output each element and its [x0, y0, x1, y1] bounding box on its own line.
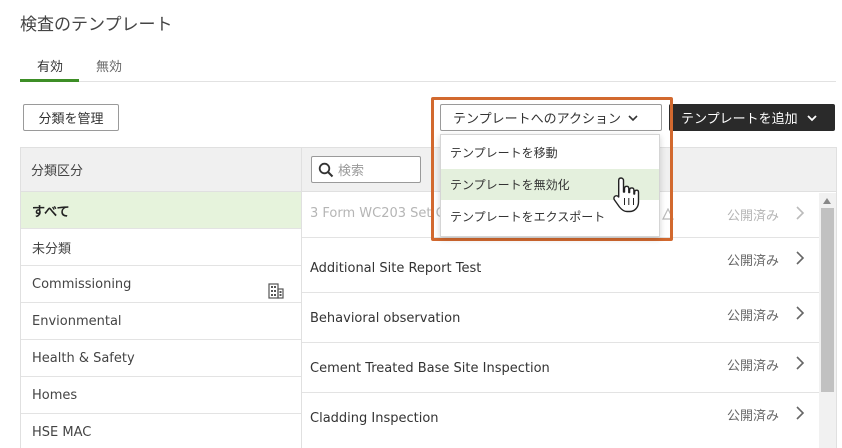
category-item-label: Health & Safety: [32, 350, 135, 366]
template-row[interactable]: Cement Treated Base Site Inspection 公開済み: [302, 343, 819, 393]
category-item-label: Homes: [32, 387, 78, 403]
template-row[interactable]: Cladding Inspection 公開済み: [302, 393, 819, 448]
category-panel: 分類区分 すべて 未分類 Commissioning Envionmental …: [20, 147, 301, 448]
category-item-label: HSE MAC: [32, 424, 92, 440]
category-item-label: Envionmental: [32, 313, 122, 329]
chevron-right-icon[interactable]: [795, 406, 805, 420]
category-header: 分類区分: [21, 147, 301, 192]
add-template-label: テンプレートを追加: [681, 112, 798, 127]
category-item-label: Commissioning: [32, 276, 132, 292]
category-item-envionmental[interactable]: Envionmental: [21, 303, 301, 340]
chevron-right-icon[interactable]: [795, 251, 805, 265]
search-placeholder: 検索: [338, 164, 365, 179]
search-input[interactable]: 検索: [311, 156, 421, 183]
template-name: Cladding Inspection: [310, 411, 439, 426]
template-row[interactable]: Additional Site Report Test 公開済み: [302, 238, 819, 293]
category-item-homes[interactable]: Homes: [21, 377, 301, 414]
template-name: Behavioral observation: [310, 311, 461, 326]
category-item-hse-mac[interactable]: HSE MAC: [21, 414, 301, 448]
active-tab-underline: [20, 79, 79, 82]
tab-inactive[interactable]: 無効: [96, 56, 122, 75]
chevron-right-icon[interactable]: [795, 206, 805, 220]
template-status: 公開済み: [726, 209, 779, 224]
template-status: 公開済み: [726, 359, 779, 374]
tab-active[interactable]: 有効: [37, 56, 63, 75]
status-tabs: 有効 無効: [20, 52, 836, 82]
page-title: 検査のテンプレート: [20, 15, 173, 35]
chevron-down-icon: [806, 114, 817, 121]
template-name: 3 Form WC203 Set Ch: [310, 206, 440, 221]
scrollbar-thumb[interactable]: [821, 208, 834, 392]
category-item-health-safety[interactable]: Health & Safety: [21, 340, 301, 377]
add-template-button[interactable]: テンプレートを追加: [669, 104, 835, 131]
template-status: 公開済み: [726, 309, 779, 324]
building-icon: [268, 283, 284, 299]
chevron-right-icon[interactable]: [795, 356, 805, 370]
scroll-up-arrow-icon[interactable]: [823, 198, 831, 204]
category-item-label: すべて: [32, 204, 70, 220]
hand-cursor-icon: [613, 177, 640, 213]
template-name: Cement Treated Base Site Inspection: [310, 361, 550, 376]
category-item-all[interactable]: すべて: [21, 192, 301, 229]
inspection-templates-page: 検査のテンプレート 有効 無効 分類を管理 テンプレートへのアクション テンプレ…: [0, 0, 842, 448]
category-item-label: 未分類: [32, 241, 72, 257]
template-status: 公開済み: [726, 254, 779, 269]
template-status: 公開済み: [726, 409, 779, 424]
scrollbar[interactable]: [819, 193, 836, 448]
manage-categories-button[interactable]: 分類を管理: [23, 104, 119, 131]
template-row[interactable]: Behavioral observation 公開済み: [302, 293, 819, 343]
chevron-right-icon[interactable]: [795, 306, 805, 320]
template-name: Additional Site Report Test: [310, 261, 482, 276]
category-item-uncategorized[interactable]: 未分類: [21, 229, 301, 266]
search-icon: [318, 162, 334, 177]
menu-item-move-template[interactable]: テンプレートを移動: [441, 137, 659, 168]
category-item-commissioning[interactable]: Commissioning: [21, 266, 301, 303]
